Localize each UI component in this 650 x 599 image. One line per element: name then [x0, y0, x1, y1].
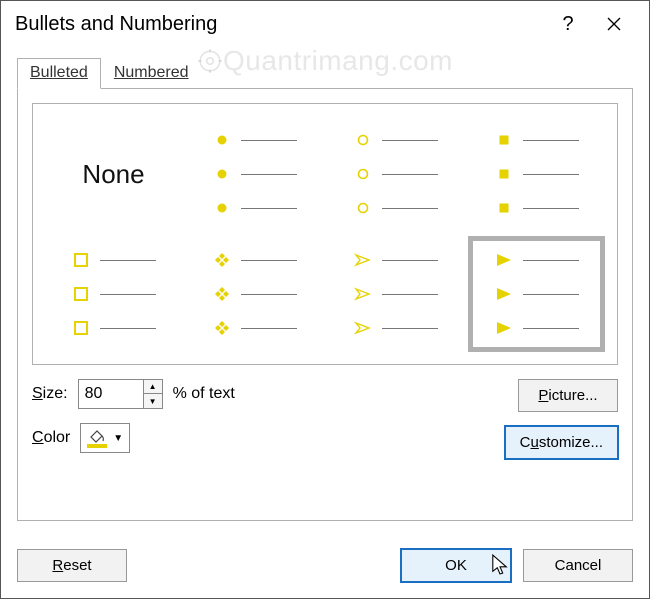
bullet-style-play[interactable]: [468, 236, 605, 352]
size-spin-up[interactable]: ▲: [144, 380, 162, 394]
four-diamonds-icon: [213, 251, 231, 269]
tab-bulleted[interactable]: Bulleted: [17, 58, 101, 89]
customize-button[interactable]: Customize...: [505, 426, 618, 459]
bullet-controls: Size: ▲ ▼ % of text Color: [32, 379, 618, 459]
disc-icon: [213, 131, 231, 149]
bullet-style-hollow-square[interactable]: [43, 234, 184, 354]
color-swatch: [87, 444, 107, 448]
picture-button[interactable]: Picture...: [518, 379, 618, 412]
size-input[interactable]: [79, 380, 143, 408]
dialog-body: Bulleted Numbered None: [1, 49, 649, 537]
color-picker-button[interactable]: ▼: [80, 423, 130, 453]
dialog-title: Bullets and Numbering: [15, 13, 545, 36]
size-spinbox[interactable]: ▲ ▼: [78, 379, 163, 409]
bullet-style-square[interactable]: [466, 114, 607, 234]
none-label: None: [82, 159, 144, 190]
paint-bucket-icon: [87, 428, 107, 448]
arrowhead-icon: [354, 251, 372, 269]
ok-button[interactable]: OK: [401, 549, 511, 582]
tab-numbered[interactable]: Numbered: [101, 58, 202, 89]
titlebar: Bullets and Numbering ?: [1, 1, 649, 49]
bullet-style-arrowhead[interactable]: [325, 234, 466, 354]
bullet-style-ring[interactable]: [325, 114, 466, 234]
color-label: Color: [32, 429, 70, 447]
tabstrip: Bulleted Numbered: [17, 58, 633, 89]
close-icon: [606, 16, 622, 32]
ring-icon: [354, 131, 372, 149]
cancel-button[interactable]: Cancel: [523, 549, 633, 582]
dialog-footer: Reset OK Cancel: [1, 537, 649, 598]
square-icon: [495, 131, 513, 149]
chevron-down-icon: ▼: [113, 433, 123, 444]
bullet-style-disc[interactable]: [184, 114, 325, 234]
close-button[interactable]: [591, 9, 637, 39]
help-button[interactable]: ?: [545, 9, 591, 39]
size-spin-down[interactable]: ▼: [144, 394, 162, 408]
bullet-style-four-diamonds[interactable]: [184, 234, 325, 354]
play-icon: [495, 251, 513, 269]
bullets-numbering-dialog: Quantrimang.com Bullets and Numbering ? …: [0, 0, 650, 599]
reset-button[interactable]: Reset: [17, 549, 127, 582]
bullet-styles-grid: None: [32, 103, 618, 365]
size-suffix: % of text: [173, 385, 235, 403]
size-label: Size:: [32, 385, 68, 403]
tab-panel-bulleted: None: [17, 88, 633, 521]
hollow-square-icon: [72, 251, 90, 269]
bullet-style-none[interactable]: None: [43, 114, 184, 234]
